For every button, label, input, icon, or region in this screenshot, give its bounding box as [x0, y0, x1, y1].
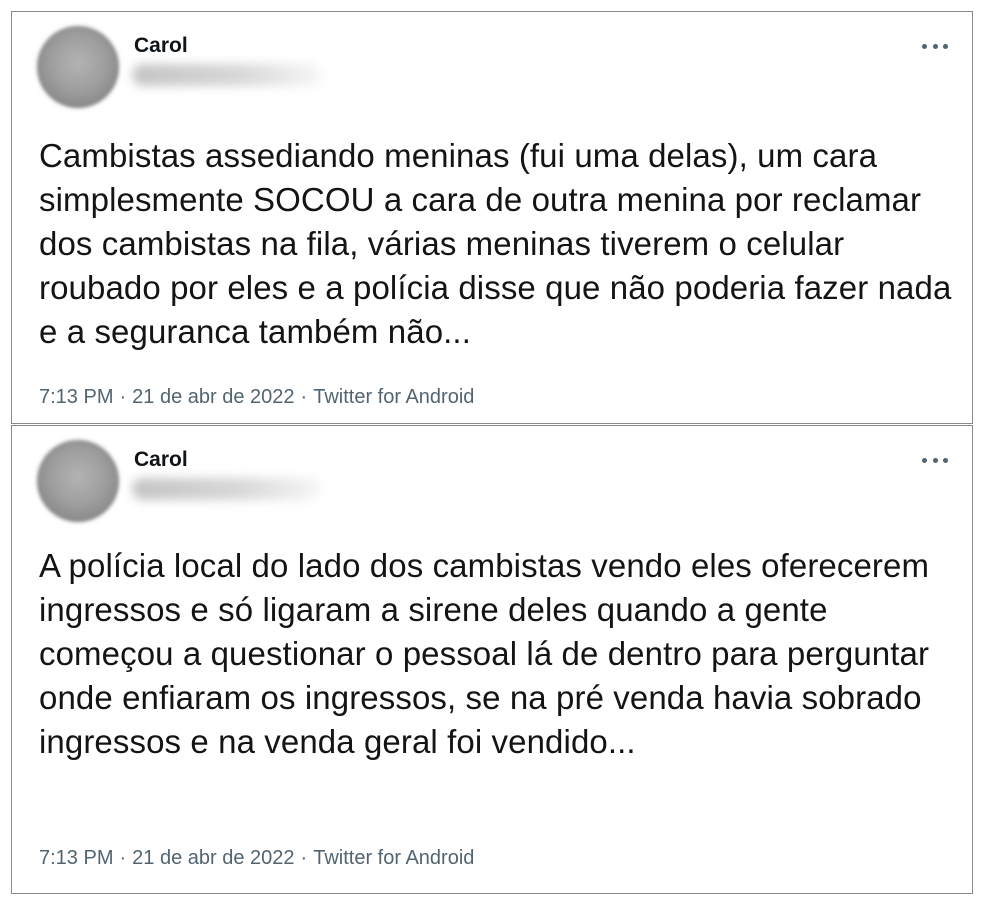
tweet-time[interactable]: 7:13 PM — [39, 386, 113, 408]
tweet-text: Cambistas assediando meninas (fui uma de… — [39, 137, 952, 350]
tweet-metadata: 7:13 PM · 21 de abr de 2022 · Twitter for An… — [39, 386, 474, 409]
more-horizontal-icon[interactable] — [922, 42, 948, 50]
more-horizontal-icon[interactable] — [922, 456, 948, 464]
tweet-date[interactable]: 21 de abr de 2022 — [132, 386, 294, 408]
tweet-metadata: 7:13 PM · 21 de abr de 2022 · Twitter for An… — [39, 847, 474, 870]
meta-separator: · — [300, 847, 308, 869]
tweet-source[interactable]: Twitter for Android — [313, 386, 474, 408]
author-handle-blurred — [132, 64, 322, 86]
author-handle-blurred — [132, 478, 322, 500]
tweet-card[interactable]: Carol A polícia local do lado dos cambis… — [11, 425, 973, 894]
tweet-time[interactable]: 7:13 PM — [39, 847, 113, 869]
tweet-date[interactable]: 21 de abr de 2022 — [132, 847, 294, 869]
avatar[interactable] — [37, 26, 119, 108]
tweet-source[interactable]: Twitter for Android — [313, 847, 474, 869]
tweet-card[interactable]: Carol Cambistas assediando meninas (fui … — [11, 11, 973, 424]
tweet-text: A polícia local do lado dos cambistas ve… — [39, 547, 930, 760]
author-name[interactable]: Carol — [134, 34, 188, 58]
meta-separator: · — [300, 386, 308, 408]
meta-separator: · — [119, 847, 127, 869]
meta-separator: · — [119, 386, 127, 408]
avatar[interactable] — [37, 440, 119, 522]
author-name[interactable]: Carol — [134, 448, 188, 472]
